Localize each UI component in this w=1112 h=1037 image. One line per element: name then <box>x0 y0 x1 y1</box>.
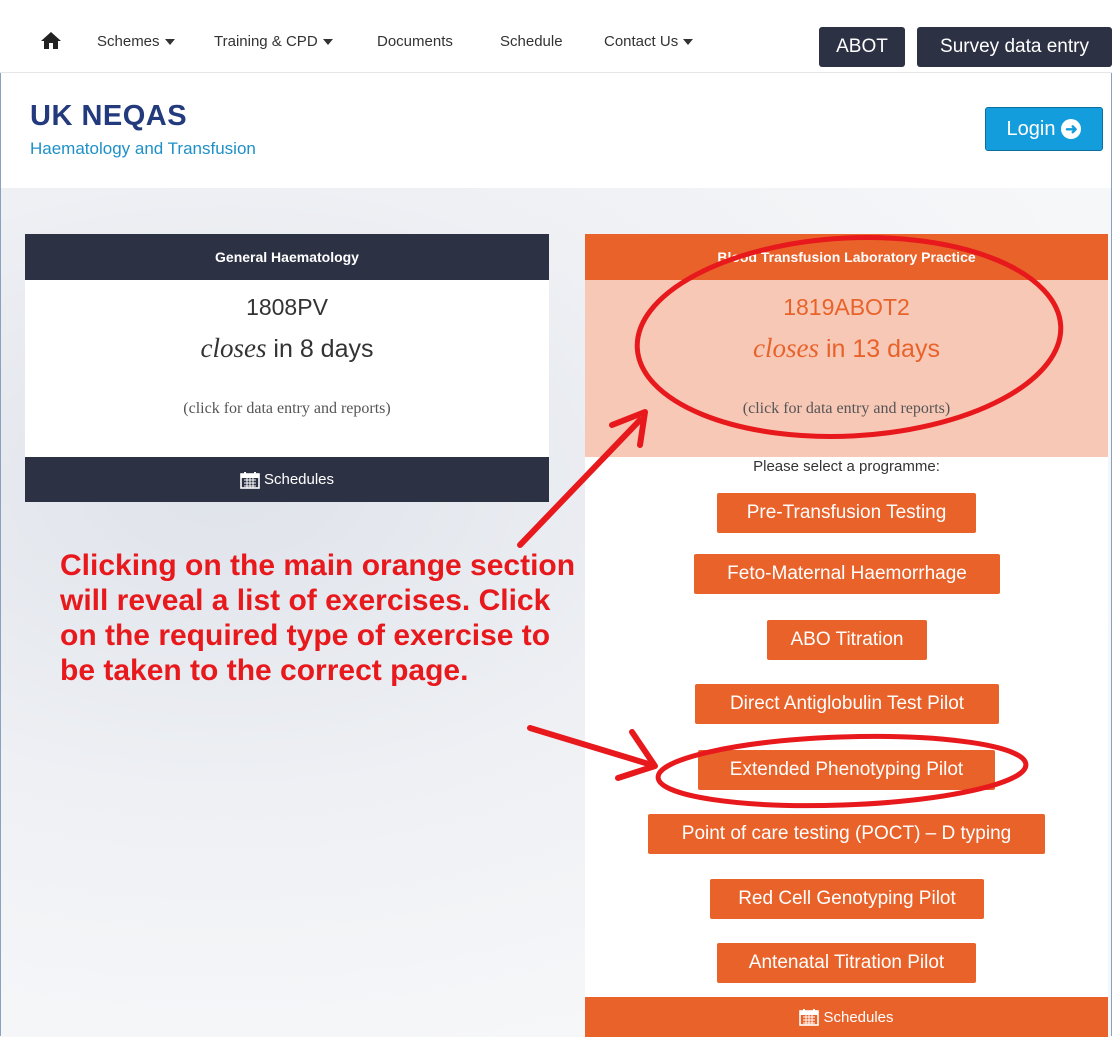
panel-title: Blood Transfusion Laboratory Practice <box>585 234 1108 280</box>
calendar-icon <box>799 1009 820 1026</box>
programme-button[interactable]: Point of care testing (POCT) – D typing <box>648 814 1045 854</box>
survey-data-entry-button[interactable]: Survey data entry <box>917 27 1112 67</box>
panel-body[interactable]: 1819ABOT2 closes in 13 days (click for d… <box>585 280 1108 457</box>
programme-button[interactable]: Antenatal Titration Pilot <box>717 943 976 983</box>
logo-title[interactable]: UK NEQAS <box>30 100 187 133</box>
exercise-code: 1819ABOT2 <box>783 294 910 320</box>
schedules-button[interactable]: Schedules <box>585 997 1108 1037</box>
caret-down-icon <box>164 39 175 46</box>
annotation-text: Clicking on the main orange section will… <box>60 549 576 687</box>
home-icon[interactable] <box>40 30 62 50</box>
programme-button[interactable]: ABO Titration <box>767 620 927 660</box>
panel-body[interactable]: 1808PV closes in 8 days (click for data … <box>25 280 549 457</box>
programme-list: Please select a programme: Pre-Transfusi… <box>585 457 1108 997</box>
calendar-icon <box>240 471 260 489</box>
programme-button[interactable]: Pre-Transfusion Testing <box>717 493 976 533</box>
caret-down-icon <box>683 39 694 46</box>
programme-button[interactable]: Red Cell Genotyping Pilot <box>710 879 984 919</box>
programme-button[interactable]: Extended Phenotyping Pilot <box>698 750 995 790</box>
logo-subtitle: Haematology and Transfusion <box>30 139 256 158</box>
closes-text: closes in 13 days <box>753 333 940 363</box>
programme-button[interactable]: Direct Antiglobulin Test Pilot <box>695 684 999 724</box>
blood-transfusion-panel[interactable]: Blood Transfusion Laboratory Practice 18… <box>585 234 1108 457</box>
general-haematology-panel[interactable]: General Haematology 1808PV closes in 8 d… <box>25 234 549 502</box>
nav-documents[interactable]: Documents <box>377 33 453 50</box>
select-programme-label: Please select a programme: <box>753 458 940 475</box>
nav-contact-us[interactable]: Contact Us <box>604 33 694 50</box>
click-note: (click for data entry and reports) <box>742 400 951 417</box>
nav-schemes[interactable]: Schemes <box>97 33 175 50</box>
nav-training[interactable]: Training & CPD <box>214 33 333 50</box>
top-navbar: Schemes Training & CPD Documents Schedul… <box>0 0 1112 73</box>
click-note: (click for data entry and reports) <box>183 400 391 417</box>
abot-button[interactable]: ABOT <box>819 27 905 67</box>
exercise-code: 1808PV <box>246 294 328 320</box>
programme-button[interactable]: Feto-Maternal Haemorrhage <box>694 554 1000 594</box>
panel-title: General Haematology <box>25 234 549 280</box>
arrow-circle-right-icon: ➜ <box>1061 119 1082 139</box>
closes-text: closes in 8 days <box>200 333 374 363</box>
caret-down-icon <box>322 39 333 46</box>
login-button[interactable]: Login ➜ <box>985 107 1103 151</box>
schedules-button[interactable]: Schedules <box>25 457 549 502</box>
nav-schedule[interactable]: Schedule <box>500 33 563 50</box>
